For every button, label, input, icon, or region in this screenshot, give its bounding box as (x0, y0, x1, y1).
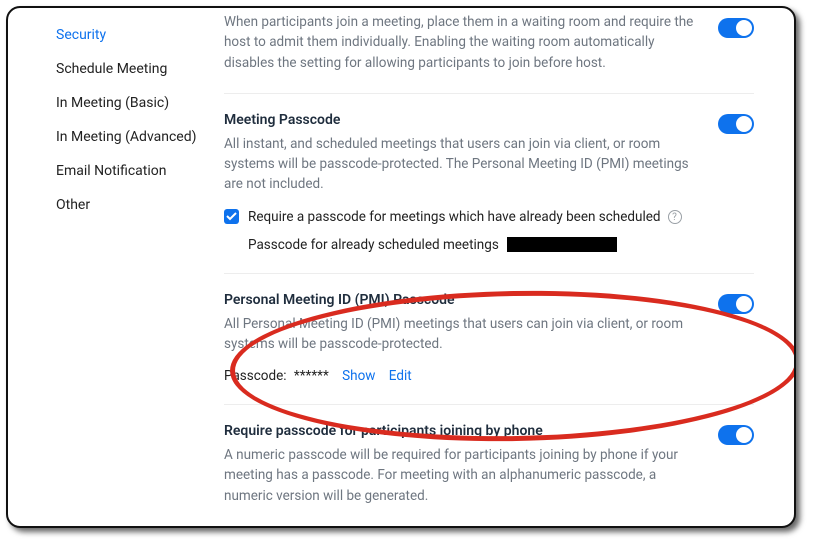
pmi-passcode-toggle[interactable] (718, 294, 754, 314)
phone-passcode-description: A numeric passcode will be required for … (224, 445, 704, 506)
help-icon[interactable]: ? (668, 210, 682, 224)
settings-content: When participants join a meeting, place … (218, 8, 794, 526)
sidebar-item-in-meeting-basic[interactable]: In Meeting (Basic) (56, 86, 208, 120)
section-waiting-room: When participants join a meeting, place … (224, 8, 754, 94)
settings-window: Security Schedule Meeting In Meeting (Ba… (6, 6, 796, 528)
meeting-passcode-description: All instant, and scheduled meetings that… (224, 134, 704, 195)
require-passcode-label: Require a passcode for meetings which ha… (248, 209, 661, 225)
sidebar-item-email-notification[interactable]: Email Notification (56, 154, 208, 188)
pmi-passcode-label: Passcode: (224, 368, 287, 384)
pmi-passcode-masked: ****** (294, 368, 329, 384)
settings-sidebar: Security Schedule Meeting In Meeting (Ba… (8, 8, 218, 526)
pmi-passcode-value-row: Passcode: ****** Show Edit (224, 368, 754, 384)
sidebar-item-other[interactable]: Other (56, 188, 208, 222)
require-passcode-row: Require a passcode for meetings which ha… (224, 209, 754, 225)
meeting-passcode-title: Meeting Passcode (224, 112, 704, 128)
waiting-room-toggle[interactable] (718, 18, 754, 38)
pmi-passcode-edit-link[interactable]: Edit (389, 368, 412, 384)
sidebar-item-schedule-meeting[interactable]: Schedule Meeting (56, 52, 208, 86)
sidebar-item-security[interactable]: Security (56, 18, 208, 52)
section-phone-passcode: Require passcode for participants joinin… (224, 405, 754, 526)
section-pmi-passcode: Personal Meeting ID (PMI) Passcode All P… (224, 274, 754, 406)
already-scheduled-label: Passcode for already scheduled meetings (248, 237, 499, 253)
pmi-passcode-title: Personal Meeting ID (PMI) Passcode (224, 292, 704, 308)
already-scheduled-passcode-value (507, 237, 617, 252)
phone-passcode-toggle[interactable] (718, 425, 754, 445)
check-icon (226, 211, 237, 222)
require-passcode-checkbox[interactable] (224, 209, 239, 224)
section-meeting-passcode: Meeting Passcode All instant, and schedu… (224, 94, 754, 274)
phone-passcode-title: Require passcode for participants joinin… (224, 423, 704, 439)
waiting-room-description: When participants join a meeting, place … (224, 12, 704, 73)
pmi-passcode-description: All Personal Meeting ID (PMI) meetings t… (224, 314, 704, 355)
pmi-passcode-show-link[interactable]: Show (342, 368, 375, 384)
sidebar-item-in-meeting-advanced[interactable]: In Meeting (Advanced) (56, 120, 208, 154)
already-scheduled-passcode-row: Passcode for already scheduled meetings (248, 237, 754, 253)
meeting-passcode-toggle[interactable] (718, 114, 754, 134)
